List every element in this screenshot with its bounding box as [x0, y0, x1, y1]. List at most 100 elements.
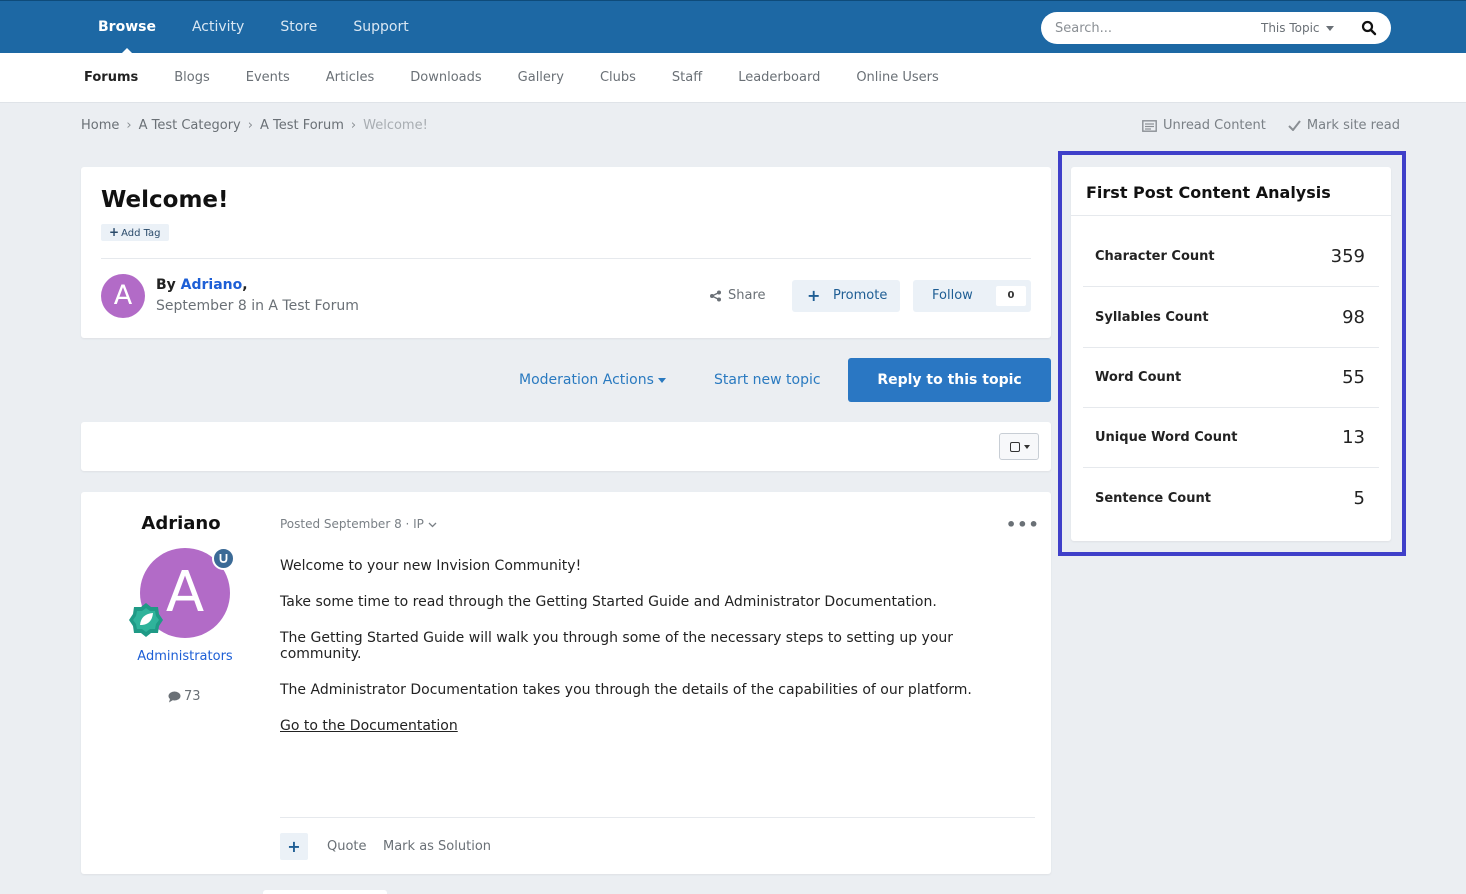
- subnav-forums[interactable]: Forums: [66, 53, 156, 103]
- next-card-edge: [263, 890, 387, 894]
- breadcrumb: Home › A Test Category › A Test Forum › …: [81, 118, 428, 133]
- search-input[interactable]: [1055, 19, 1245, 37]
- documentation-link[interactable]: Go to the Documentation: [280, 718, 458, 734]
- primary-nav: Browse Activity Store Support: [80, 1, 427, 54]
- moderator-badge-icon: [212, 547, 235, 570]
- post-paragraph: The Getting Started Guide will walk you …: [280, 630, 954, 662]
- subnav-clubs[interactable]: Clubs: [582, 53, 654, 103]
- newspaper-icon: [1142, 119, 1157, 132]
- by-suffix: ,: [242, 277, 248, 293]
- rank-badge-icon: [129, 603, 163, 637]
- post-content: Welcome to your new Invision Community! …: [280, 558, 1020, 754]
- plus-icon: +: [807, 286, 821, 305]
- share-button[interactable]: Share: [709, 288, 766, 303]
- top-nav-bar: Browse Activity Store Support This Topic: [0, 0, 1466, 54]
- poster-name[interactable]: Adriano: [81, 513, 281, 534]
- unread-content-label: Unread Content: [1163, 118, 1266, 133]
- follower-count-badge: 0: [996, 286, 1026, 306]
- divider: [101, 258, 1031, 259]
- breadcrumb-actions: Unread Content Mark site read: [1142, 118, 1400, 133]
- chevron-down-icon: [657, 377, 666, 383]
- breadcrumb-forum[interactable]: A Test Forum: [260, 118, 344, 133]
- stat-character-count: Character Count 359: [1083, 227, 1379, 287]
- posted-date: Posted September 8 · IP: [280, 517, 424, 531]
- plus-icon: +: [109, 225, 120, 239]
- subnav-gallery[interactable]: Gallery: [500, 53, 582, 103]
- follow-button[interactable]: Follow 0: [913, 280, 1031, 312]
- subnav-online-users[interactable]: Online Users: [838, 53, 956, 103]
- search-icon[interactable]: [1361, 20, 1377, 36]
- add-tag-button[interactable]: + Add Tag: [101, 224, 169, 241]
- react-plus-button[interactable]: +: [280, 833, 308, 860]
- breadcrumb-home[interactable]: Home: [81, 118, 119, 133]
- unread-content-link[interactable]: Unread Content: [1142, 118, 1266, 133]
- start-new-topic-link[interactable]: Start new topic: [714, 372, 821, 388]
- moderation-actions-label: Moderation Actions: [519, 372, 654, 388]
- stat-label: Unique Word Count: [1095, 430, 1238, 445]
- checkmark-icon: [1288, 120, 1301, 131]
- widget-title: First Post Content Analysis: [1086, 183, 1331, 202]
- post-paragraph: Welcome to your new Invision Community!: [280, 558, 582, 574]
- chevron-right-icon: ›: [126, 118, 132, 133]
- stat-value: 13: [1342, 427, 1365, 448]
- nav-store[interactable]: Store: [262, 1, 335, 54]
- breadcrumb-current: Welcome!: [363, 118, 428, 133]
- quote-button[interactable]: Quote: [327, 839, 367, 854]
- nav-support[interactable]: Support: [335, 1, 426, 54]
- promote-button[interactable]: + Promote: [792, 280, 900, 312]
- stat-value: 55: [1342, 367, 1365, 388]
- subnav-events[interactable]: Events: [228, 53, 308, 103]
- topic-header-card: Welcome! + Add Tag A By Adriano, Septembe…: [81, 167, 1051, 338]
- multi-select-toggle[interactable]: [999, 433, 1039, 460]
- promote-label: Promote: [833, 288, 888, 303]
- topic-date: September 8 in A Test Forum: [156, 298, 359, 314]
- by-prefix: By: [156, 277, 181, 293]
- mark-site-read-link[interactable]: Mark site read: [1288, 118, 1400, 133]
- search-scope-dropdown[interactable]: This Topic: [1261, 21, 1334, 35]
- topic-author-line: By Adriano,: [156, 277, 248, 293]
- post-paragraph: The Administrator Documentation takes yo…: [280, 682, 972, 698]
- breadcrumb-category[interactable]: A Test Category: [139, 118, 241, 133]
- chevron-right-icon: ›: [350, 118, 357, 133]
- post-count-value: 73: [184, 689, 201, 704]
- chevron-down-icon[interactable]: [428, 522, 437, 528]
- stat-label: Character Count: [1095, 249, 1215, 264]
- subnav-articles[interactable]: Articles: [308, 53, 392, 103]
- stat-label: Word Count: [1095, 370, 1182, 385]
- post-card: Adriano A Administrators 73 Posted Septe…: [81, 492, 1051, 874]
- stat-unique-word-count: Unique Word Count 13: [1083, 408, 1379, 468]
- mark-site-read-label: Mark site read: [1306, 118, 1400, 133]
- post-paragraph: Take some time to read through the Getti…: [280, 594, 937, 610]
- nav-browse[interactable]: Browse: [80, 1, 174, 54]
- content-analysis-widget: First Post Content Analysis Character Co…: [1071, 167, 1391, 541]
- subnav-downloads[interactable]: Downloads: [392, 53, 499, 103]
- stat-label: Sentence Count: [1095, 491, 1211, 506]
- reply-to-topic-button[interactable]: Reply to this topic: [848, 358, 1051, 402]
- nav-activity[interactable]: Activity: [174, 1, 262, 54]
- secondary-nav: Forums Blogs Events Articles Downloads G…: [0, 53, 1466, 103]
- subnav-blogs[interactable]: Blogs: [156, 53, 228, 103]
- stat-value: 5: [1353, 488, 1365, 509]
- subnav-leaderboard[interactable]: Leaderboard: [720, 53, 838, 103]
- divider: [1071, 215, 1391, 216]
- post-filter-bar: [81, 422, 1051, 471]
- post-count: 73: [168, 689, 201, 704]
- poster-group-link[interactable]: Administrators: [81, 649, 289, 664]
- divider: [280, 817, 1035, 818]
- checkbox-icon: [1010, 442, 1020, 452]
- chevron-down-icon: [1024, 445, 1030, 449]
- search-scope-label: This Topic: [1261, 21, 1320, 35]
- avatar[interactable]: A: [101, 274, 145, 318]
- share-label: Share: [728, 288, 766, 303]
- topic-author-link[interactable]: Adriano: [181, 277, 243, 293]
- chevron-right-icon: ›: [247, 118, 253, 133]
- post-meta: Posted September 8 · IP: [280, 517, 437, 531]
- page-title: Welcome!: [101, 187, 229, 213]
- share-icon: [710, 290, 721, 301]
- divider: [1083, 467, 1379, 468]
- more-options-icon[interactable]: •••: [1006, 515, 1040, 534]
- moderation-actions-dropdown[interactable]: Moderation Actions: [519, 372, 666, 388]
- subnav-staff[interactable]: Staff: [654, 53, 720, 103]
- chevron-down-icon: [1325, 26, 1334, 31]
- mark-as-solution-button[interactable]: Mark as Solution: [383, 839, 491, 854]
